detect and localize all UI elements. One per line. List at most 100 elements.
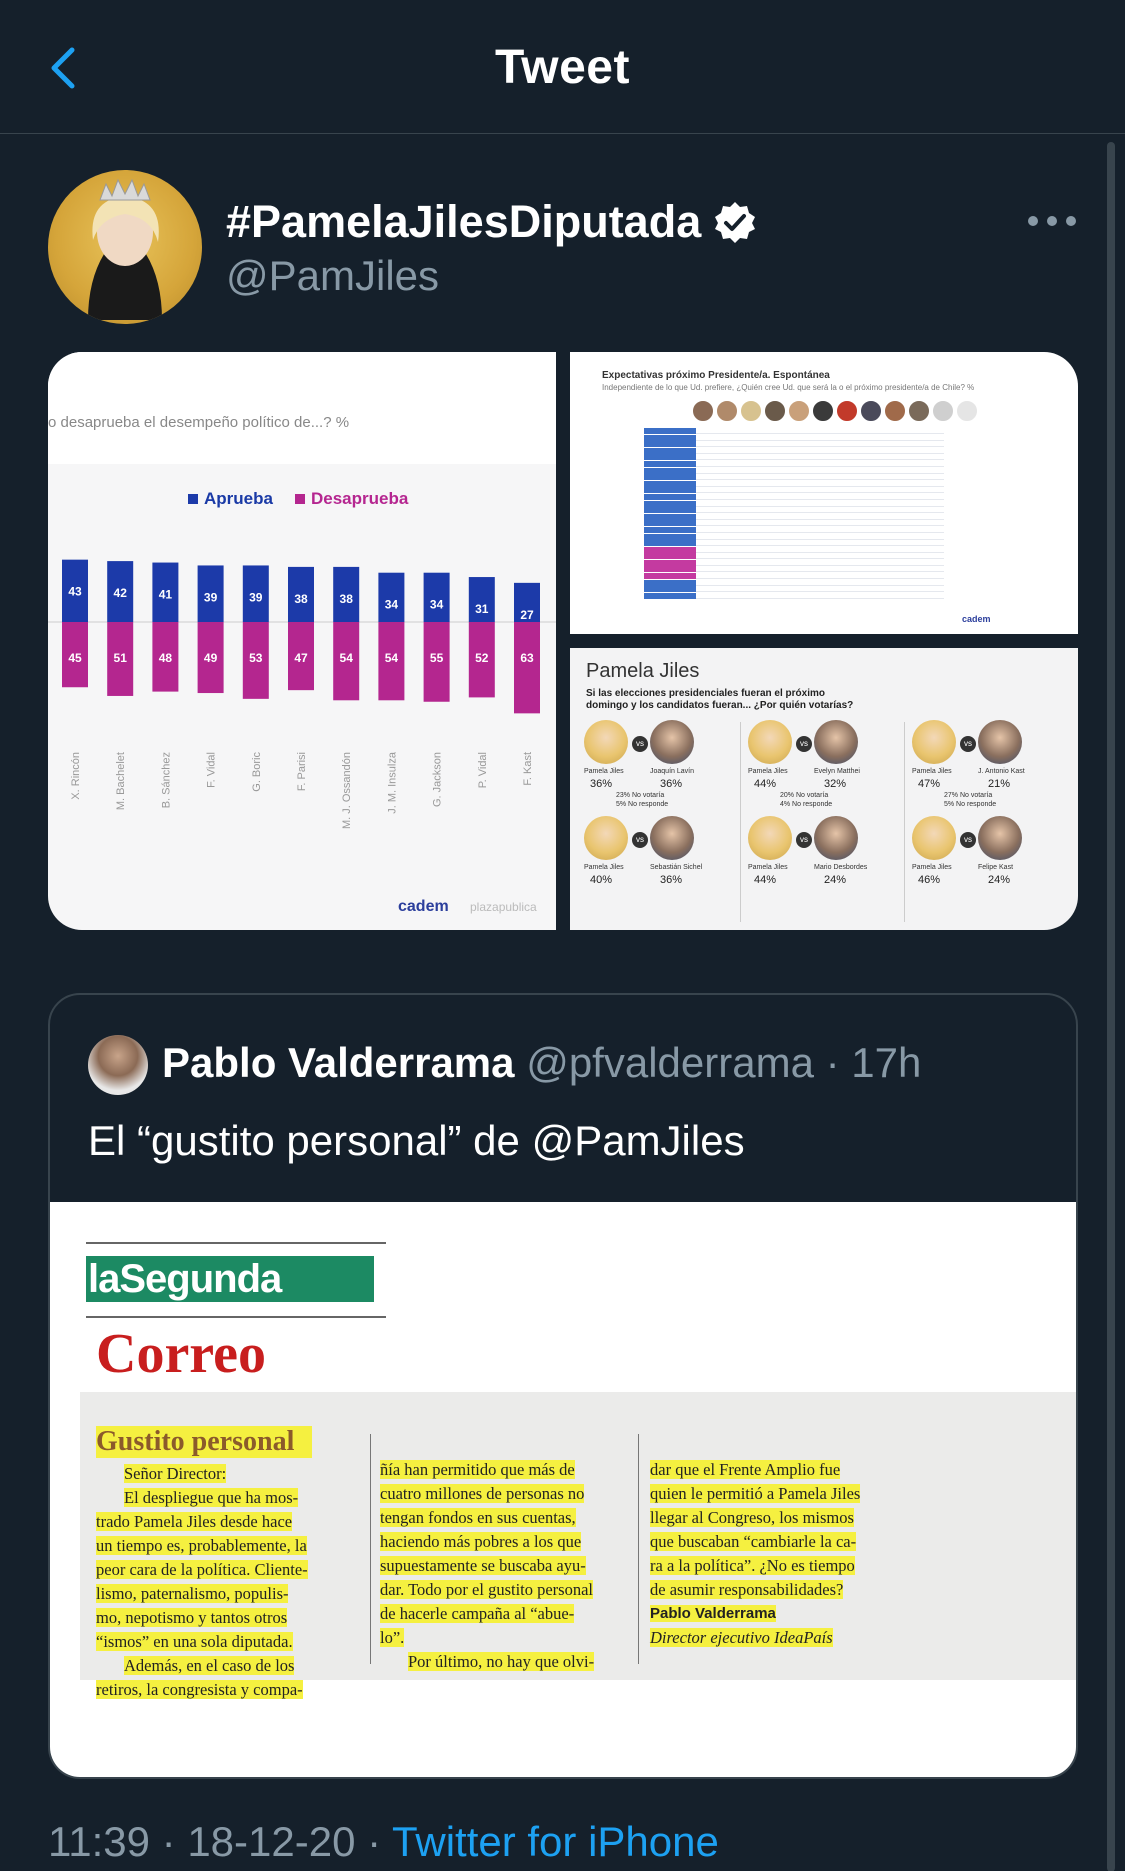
clipping-line: trado Pamela Jiles desde hace <box>96 1512 293 1531</box>
more-options-icon[interactable] <box>1028 200 1076 242</box>
face-b <box>650 816 694 860</box>
clipping-signature: Pablo Valderrama <box>650 1605 776 1622</box>
label-disapprove: 52 <box>475 651 489 665</box>
clipping-column-3: dar que el Frente Amplio fue quien le per… <box>650 1458 900 1650</box>
quoted-tweet[interactable]: Pablo Valderrama @pfvalderrama · 17h El … <box>48 993 1078 1779</box>
label-approve: 38 <box>340 592 354 606</box>
face-b <box>814 720 858 764</box>
tweet-client-link[interactable]: Twitter for iPhone <box>392 1818 719 1865</box>
handle[interactable]: @PamJiles <box>226 252 439 300</box>
politician-label: G. Boric <box>251 752 263 792</box>
face-a <box>748 720 792 764</box>
politician-label: F. Parisi <box>296 752 308 791</box>
column-divider <box>370 1434 371 1664</box>
matchups-question: Si las elecciones presidenciales fueran … <box>586 688 854 711</box>
clipping-column-1: Señor Director: El despliegue que ha mos-… <box>96 1462 358 1702</box>
quoted-avatar[interactable] <box>88 1035 148 1095</box>
quoted-separator: · <box>813 1039 852 1086</box>
candidate-a-pct: 46% <box>918 874 941 886</box>
table-row <box>644 520 944 527</box>
tweet-time: 11:39 <box>48 1818 150 1865</box>
table-row <box>644 513 944 521</box>
label-disapprove: 51 <box>114 651 128 665</box>
label-disapprove: 48 <box>159 651 173 665</box>
face-b <box>978 816 1022 860</box>
candidate-a-pct: 47% <box>918 778 941 790</box>
cadem-logo-small: cadem <box>962 614 991 624</box>
clipping-line: “ismos” en una sola diputada. <box>96 1632 293 1651</box>
candidate-a-pct: 40% <box>590 874 613 886</box>
candidate-b-name: Mario Desbordes <box>814 864 868 871</box>
table-row <box>644 540 944 547</box>
table-row <box>644 559 944 567</box>
candidate-b-pct: 24% <box>824 874 847 886</box>
vs-badge: vs <box>796 736 812 752</box>
candidate-a-name: Pamela Jiles <box>912 768 952 775</box>
face-a <box>748 816 792 860</box>
table-row <box>644 573 944 580</box>
clipping-column-2: ñía han permitido que más de cuatro millo… <box>380 1458 630 1674</box>
candidate-face <box>956 400 978 422</box>
quoted-handle[interactable]: @pfvalderrama <box>526 1039 814 1086</box>
table-row <box>644 474 944 481</box>
matchup-note: 4% No responde <box>780 801 833 808</box>
clipping-line: dar. Todo por el gustito personal <box>380 1580 594 1599</box>
media-image-matchups[interactable]: Pamela Jiles Si las elecciones presidenc… <box>570 648 1078 930</box>
quoted-name[interactable]: Pablo Valderrama <box>162 1039 515 1086</box>
candidate-b-pct: 36% <box>660 778 683 790</box>
candidate-b-pct: 32% <box>824 778 847 790</box>
vs-badge: vs <box>632 736 648 752</box>
clipping-line: haciendo más pobres a los que <box>380 1532 582 1551</box>
table-subtitle: Independiente de lo que Ud. prefiere, ¿Q… <box>602 383 975 392</box>
candidate-face <box>860 400 882 422</box>
candidate-face <box>812 400 834 422</box>
candidate-a-name: Pamela Jiles <box>912 864 952 871</box>
clipping-line: lismo, paternalismo, populis- <box>96 1584 289 1603</box>
table-row <box>644 553 944 560</box>
label-approve: 43 <box>68 585 82 599</box>
label-approve: 27 <box>520 608 534 622</box>
face-a <box>912 720 956 764</box>
vs-badge: vs <box>960 736 976 752</box>
clipping-line: un tiempo es, probablemente, la <box>96 1536 307 1555</box>
display-name[interactable]: #PamelaJilesDiputada <box>226 196 757 248</box>
clipping-line: El despliegue que ha mos- <box>124 1488 299 1507</box>
top-bar: Tweet <box>0 0 1125 134</box>
label-approve: 39 <box>249 590 263 604</box>
clipping-line: de asumir responsabilidades? <box>650 1580 844 1599</box>
clipping-line: lo”. <box>380 1628 405 1647</box>
label-disapprove: 47 <box>294 651 308 665</box>
candidate-face <box>764 400 786 422</box>
approval-bar-chart: 43 45 X. Rincón 42 51 M. Bachelet 41 48 B. Sánch… <box>48 559 556 829</box>
verified-badge-icon <box>715 202 756 243</box>
candidate-face <box>788 400 810 422</box>
tweet-date: 18-12-20 <box>187 1818 356 1865</box>
table-row <box>644 526 944 534</box>
clipping-line: mo, nepotismo y tantos otros <box>96 1608 288 1627</box>
quoted-media-clipping[interactable]: laSegunda Correo Gustito personal Señor … <box>50 1202 1076 1777</box>
clipping-line: tengan fondos en sus cuentas, <box>380 1508 576 1527</box>
candidate-face <box>932 400 954 422</box>
scrollbar[interactable] <box>1107 142 1115 1871</box>
clipping-line: Además, en el caso de los <box>124 1656 295 1675</box>
column-divider <box>638 1434 639 1664</box>
face-b <box>814 816 858 860</box>
media-image-approval-chart[interactable]: o desaprueba el desempeño político de...… <box>48 352 556 930</box>
matchup-note: 5% No responde <box>944 801 997 808</box>
candidate-a-name: Pamela Jiles <box>584 768 624 775</box>
display-name-text: #PamelaJilesDiputada <box>226 196 702 247</box>
clipping-signature-role: Director ejecutivo IdeaPaís <box>650 1628 833 1647</box>
label-disapprove: 63 <box>520 651 534 665</box>
avatar[interactable] <box>48 170 202 324</box>
candidate-face <box>740 400 762 422</box>
politician-label: F. Vidal <box>206 752 218 788</box>
candidate-a-name: Pamela Jiles <box>748 864 788 871</box>
media-image-expectations-table[interactable]: Expectativas próximo Presidente/a. Espon… <box>570 352 1078 634</box>
table-row <box>644 428 944 435</box>
candidate-b-pct: 21% <box>988 778 1011 790</box>
politician-label: J. M. Insulza <box>386 751 398 814</box>
vs-badge: vs <box>796 832 812 848</box>
clipping-line: quien le permitió a Pamela Jiles <box>650 1484 861 1503</box>
label-disapprove: 55 <box>430 651 444 665</box>
clipping-line: que buscaban “cambiarle la ca- <box>650 1532 857 1551</box>
